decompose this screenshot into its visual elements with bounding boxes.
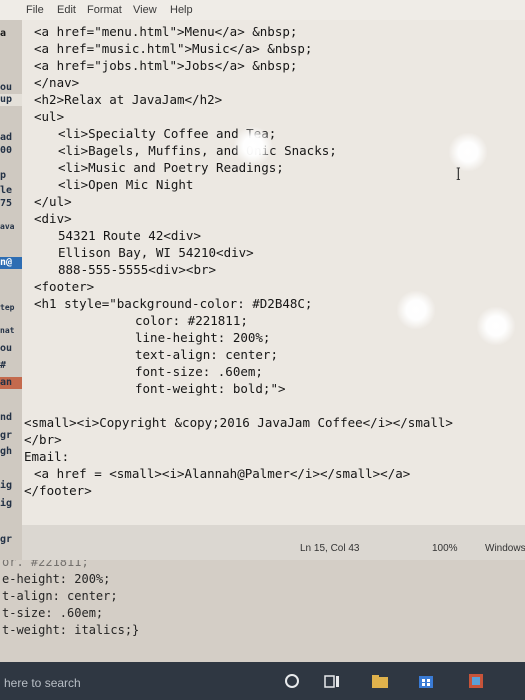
code-line: <small><i>Copyright &copy;2016 JavaJam C…	[24, 415, 453, 430]
cursor-position: Ln 15, Col 43	[300, 543, 360, 554]
cortana-circle-icon[interactable]	[282, 671, 302, 691]
menu-file[interactable]: File	[26, 4, 44, 16]
code-line: t-weight: italics;}	[2, 623, 140, 637]
screen-glare	[476, 306, 516, 346]
menu-bar: File Edit Format View Help	[0, 0, 525, 20]
task-view-icon[interactable]	[322, 671, 342, 691]
background-fragment: a	[0, 28, 7, 39]
code-line: <div>	[34, 211, 72, 226]
background-fragment: 75	[0, 198, 13, 209]
background-fragment: ou	[0, 82, 13, 93]
menu-help[interactable]: Help	[170, 4, 193, 16]
background-fragment: #	[0, 360, 7, 371]
taskbar: here to search	[0, 662, 525, 700]
i-beam-cursor-icon: I	[456, 165, 461, 185]
screen-glare	[448, 132, 488, 172]
screen-glare	[233, 126, 273, 166]
code-line: </nav>	[34, 75, 80, 90]
code-line: <li>Open Mic Night	[58, 177, 194, 192]
background-fragment: up	[0, 94, 22, 106]
code-line: color: #221811;	[135, 313, 248, 328]
background-fragment: ig	[0, 480, 13, 491]
background-fragment: nd	[0, 412, 13, 423]
code-line: t-align: center;	[2, 589, 118, 603]
code-line: line-height: 200%;	[135, 330, 271, 345]
code-line: text-align: center;	[135, 347, 278, 362]
code-line: e-height: 200%;	[2, 572, 111, 586]
code-line: font-weight: bold;">	[135, 381, 286, 396]
background-fragment: n@	[0, 257, 22, 269]
menu-edit[interactable]: Edit	[57, 4, 76, 16]
code-line: </ul>	[34, 194, 72, 209]
code-line: t-size: .60em;	[2, 606, 104, 620]
line-ending: Windows	[485, 543, 525, 554]
app-icon[interactable]	[466, 671, 486, 691]
background-editor-window: or. #221811; e-height: 200%; t-align: ce…	[0, 560, 525, 670]
code-line: 888-555-5555<div><br>	[58, 262, 217, 277]
folder-icon[interactable]	[370, 671, 390, 691]
background-fragment: gh	[0, 446, 13, 457]
search-placeholder: here to search	[4, 676, 81, 690]
code-line: font-size: .60em;	[135, 364, 263, 379]
background-fragment: gr	[0, 534, 13, 545]
background-fragment: tep	[0, 303, 15, 312]
background-fragment: ava	[0, 222, 15, 231]
code-line: <footer>	[34, 279, 95, 294]
menu-view[interactable]: View	[133, 4, 157, 16]
code-line: </footer>	[24, 483, 92, 498]
background-window-edge: a ou up ad 00 p le 75 ava n@ tep nat ou …	[0, 20, 22, 638]
menu-format[interactable]: Format	[87, 4, 122, 16]
background-fragment: 00	[0, 145, 13, 156]
background-fragment: nat	[0, 326, 15, 335]
code-line: Ellison Bay, WI 54210<div>	[58, 245, 254, 260]
background-fragment: p	[0, 170, 7, 181]
code-line: Email:	[24, 449, 70, 464]
notepad-text-area[interactable]: <a href="menu.html">Menu</a> &nbsp; <a h…	[22, 20, 525, 525]
background-fragment: ad	[0, 132, 13, 143]
background-fragment: le	[0, 185, 13, 196]
background-fragment: ig	[0, 498, 13, 509]
background-fragment: gr	[0, 430, 13, 441]
code-line: <a href="menu.html">Menu</a> &nbsp;	[34, 24, 298, 39]
code-line: <a href="jobs.html">Jobs</a> &nbsp;	[34, 58, 298, 73]
code-line: 54321 Route 42<div>	[58, 228, 201, 243]
code-line: <h2>Relax at JavaJam</h2>	[34, 92, 223, 107]
taskbar-search-box[interactable]: here to search	[0, 668, 255, 696]
store-icon[interactable]	[416, 671, 436, 691]
zoom-level: 100%	[432, 543, 458, 554]
code-line: <li>Bagels, Muffins, and O	[58, 143, 254, 158]
code-line: </br>	[24, 432, 62, 447]
code-line: <a href = <small><i>Alannah@Palmer</i></…	[34, 466, 411, 481]
screen-glare	[396, 290, 436, 330]
code-line: or. #221811;	[2, 560, 89, 569]
code-line: <h1 style="background-color: #D2B48C;	[34, 296, 313, 311]
code-line: <ul>	[34, 109, 65, 124]
code-line: <a href="music.html">Music</a> &nbsp;	[34, 41, 313, 56]
background-fragment: an	[0, 377, 22, 389]
background-fragment: ou	[0, 343, 13, 354]
